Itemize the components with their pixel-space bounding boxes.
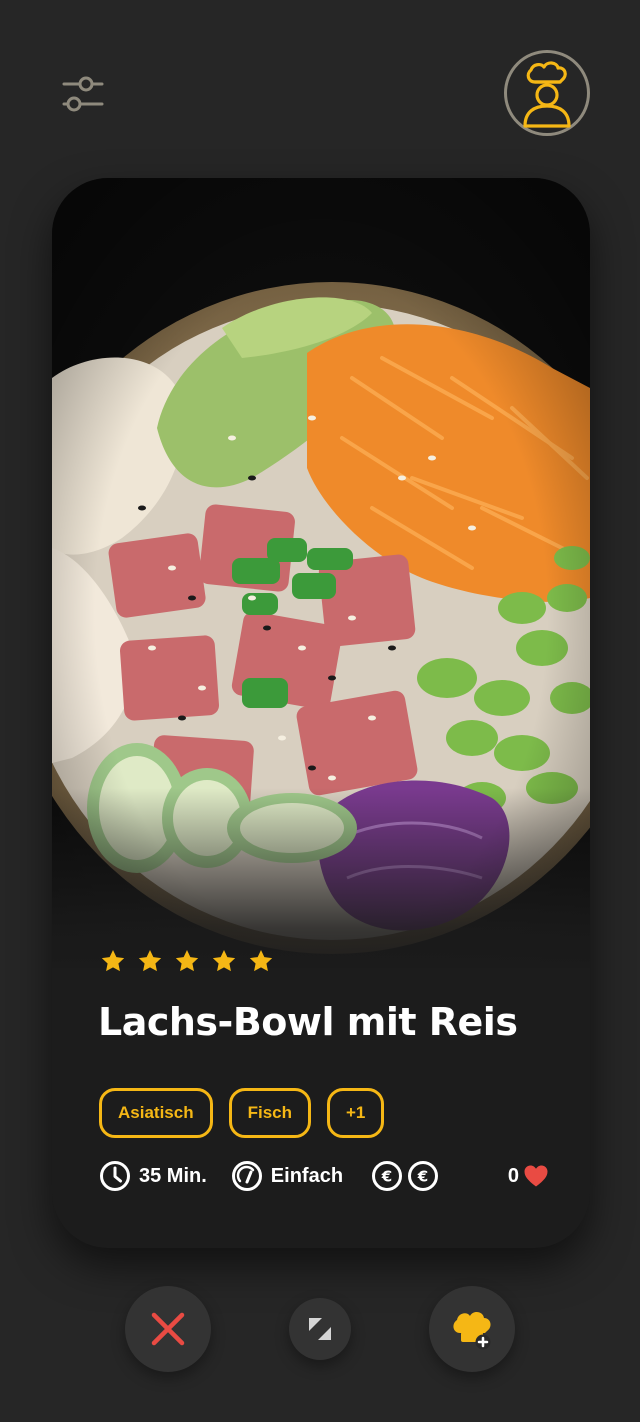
tag-chip[interactable]: Fisch [228, 1088, 311, 1138]
star-icon [138, 949, 162, 972]
chef-avatar-icon [523, 61, 571, 128]
cook-time-label: 35 Min. [139, 1164, 207, 1187]
filter-button[interactable] [56, 70, 108, 118]
star-rating [100, 948, 274, 982]
dislike-button[interactable] [125, 1286, 211, 1372]
profile-avatar-button[interactable] [504, 50, 590, 136]
euro-coin-icon: € [372, 1161, 403, 1191]
expand-details-button[interactable] [289, 1298, 351, 1360]
star-icon [212, 949, 236, 972]
add-to-cookbook-button[interactable] [429, 1286, 515, 1372]
star-icon [249, 949, 273, 972]
euro-symbol: € [381, 1168, 392, 1186]
euro-symbol: € [417, 1168, 428, 1186]
star-icon [101, 949, 125, 972]
cook-time: 35 Min. [99, 1160, 207, 1192]
more-tags-chip[interactable]: +1 [327, 1088, 385, 1138]
chef-hat-add-icon [453, 1312, 491, 1350]
recipe-card[interactable]: Lachs-Bowl mit Reis Asiatisch Fisch +1 3… [52, 178, 590, 1248]
clock-icon [100, 1161, 130, 1191]
heart-icon [524, 1165, 548, 1187]
tag-chip[interactable]: Asiatisch [99, 1088, 213, 1138]
expand-icon [309, 1318, 331, 1340]
euro-coin-icon: € [408, 1161, 439, 1191]
cost-level: € € [371, 1160, 439, 1192]
recipe-title: Lachs-Bowl mit Reis [98, 1000, 518, 1044]
gauge-icon [231, 1161, 262, 1191]
difficulty-label: Einfach [270, 1164, 344, 1187]
sliders-icon [62, 76, 104, 112]
like-counter[interactable]: 0 [508, 1164, 549, 1188]
star-icon [175, 949, 199, 972]
close-icon [151, 1312, 185, 1346]
recipe-info: Lachs-Bowl mit Reis Asiatisch Fisch +1 3… [52, 948, 590, 1248]
recipe-swipe-screen: Lachs-Bowl mit Reis Asiatisch Fisch +1 3… [0, 0, 640, 1422]
recipe-meta: 35 Min. Einfach € € 0 [99, 1158, 549, 1194]
like-count: 0 [507, 1164, 519, 1187]
tag-list: Asiatisch Fisch +1 [99, 1088, 385, 1138]
difficulty: Einfach [231, 1160, 343, 1192]
